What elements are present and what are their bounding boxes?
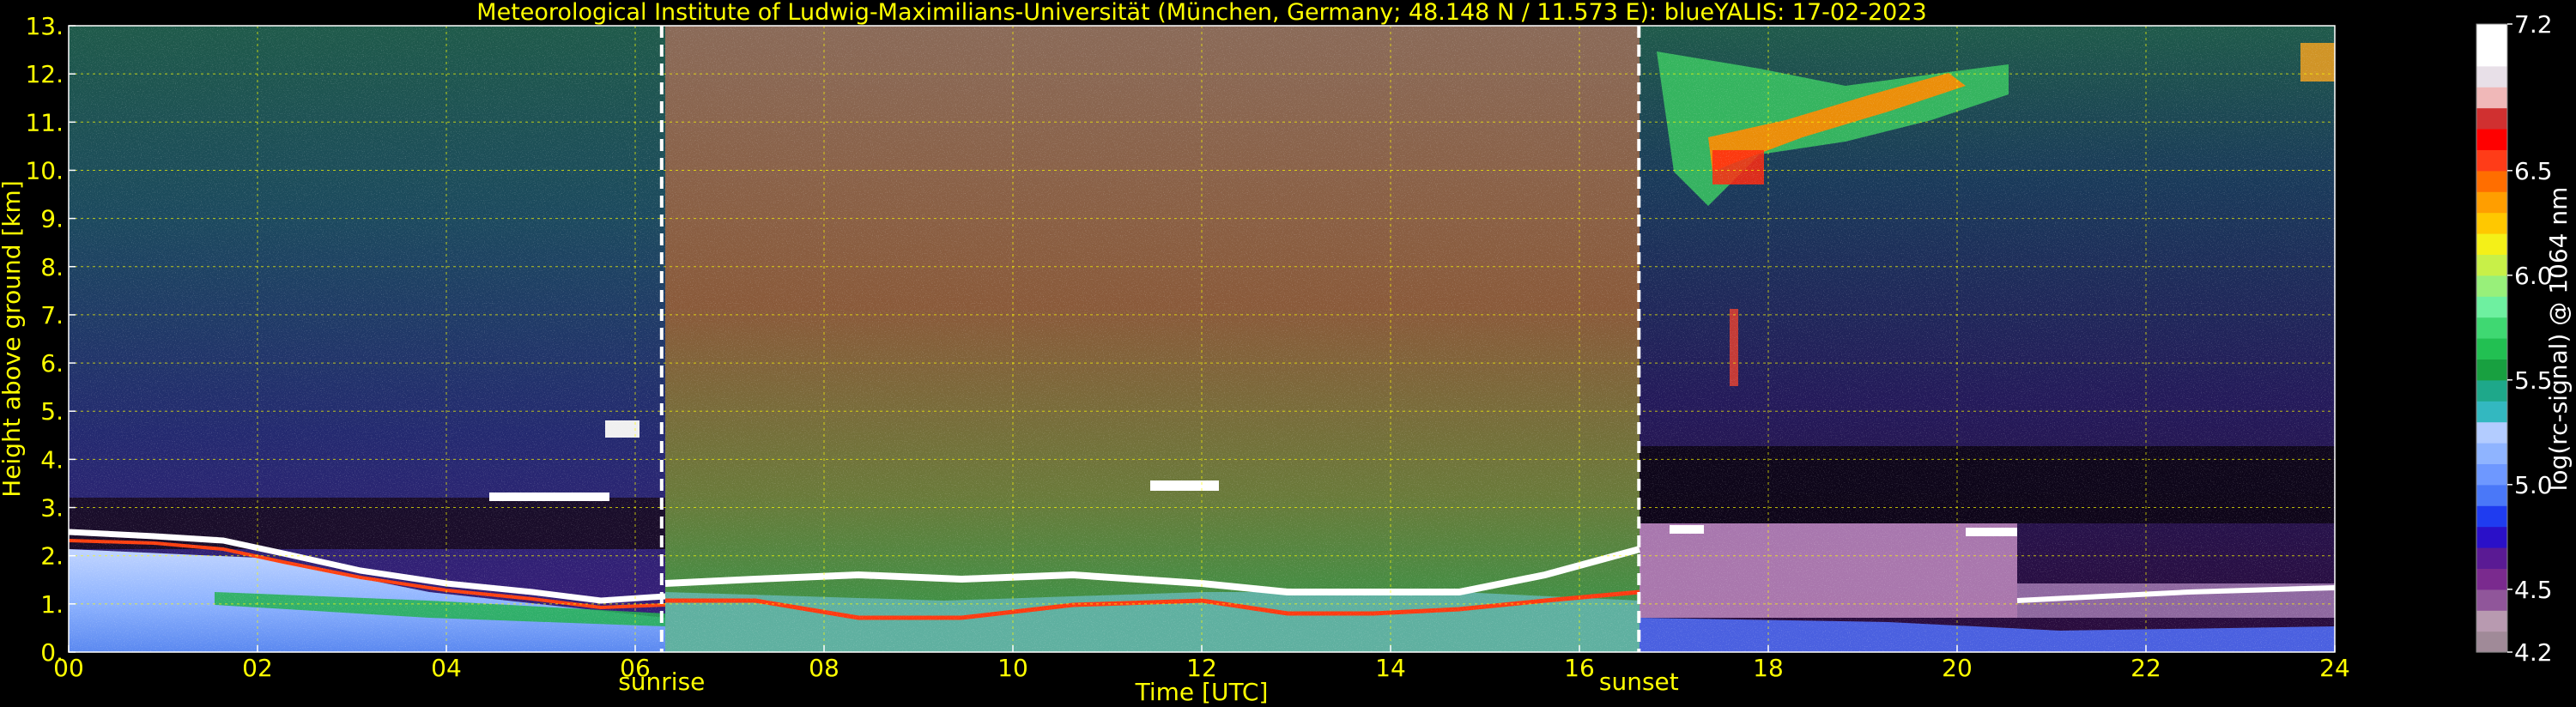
x-tick-label: 10 [997, 654, 1028, 682]
colorbar-segment [2476, 107, 2507, 130]
x-tick-label: 24 [2319, 654, 2350, 682]
colorbar-segment [2476, 254, 2507, 276]
x-tick-label: 14 [1375, 654, 1406, 682]
x-tick-label: 04 [431, 654, 462, 682]
y-tick-label: 10. [25, 156, 64, 184]
colorbar-segment [2476, 317, 2507, 339]
lidar-quicklook-figure: 00 02 04 06 08 10 12 14 16 18 20 22 24sunrise sunset … [0, 0, 2573, 706]
colorbar-segment [2476, 526, 2507, 548]
y-tick-label: 11. [25, 108, 64, 136]
colorbar-segment [2476, 338, 2507, 360]
colorbar-tick-label: 4.5 [2514, 576, 2553, 604]
colorbar-segment [2476, 275, 2507, 297]
colorbar-segment [2476, 589, 2507, 611]
y-tick-label: 1. [40, 590, 64, 619]
x-tick-label: 22 [2131, 654, 2161, 682]
y-tick-label: 4. [40, 445, 64, 474]
colorbar-tick-label: 7.2 [2514, 10, 2553, 39]
colorbar-label: log(rc-signal) @ 1064 nm [2544, 187, 2573, 492]
y-axis-label: Height above ground [km] [0, 180, 26, 498]
y-tick-label: 8. [40, 253, 64, 281]
colorbar-segment [2476, 547, 2507, 569]
colorbar-segment [2476, 129, 2507, 150]
x-tick-label: 18 [1753, 654, 1784, 682]
colorbar-segment [2476, 379, 2507, 402]
y-tick-label: 3. [40, 494, 64, 523]
y-tick-label: 7. [40, 301, 64, 329]
y-tick-label: 13. [25, 12, 64, 40]
plot-area [68, 25, 2336, 653]
x-tick-label: 08 [809, 654, 839, 682]
colorbar-segment [2476, 191, 2507, 214]
colorbar-segment [2476, 65, 2507, 88]
colorbar-segment [2476, 463, 2507, 486]
colorbar-segment [2476, 233, 2507, 255]
y-tick-label: 6. [40, 349, 64, 378]
colorbar: 4.24.55.05.56.06.57.2 [2476, 10, 2553, 667]
colorbar-segment [2476, 443, 2507, 464]
colorbar-segment [2476, 149, 2507, 172]
colorbar-segment [2476, 401, 2507, 423]
colorbar-segment [2476, 610, 2507, 632]
y-tick-label: 9. [40, 205, 64, 233]
y-tick-label: 5. [40, 397, 64, 426]
colorbar-segment [2476, 212, 2507, 234]
colorbar-segment [2476, 359, 2507, 381]
colorbar-segment [2476, 631, 2507, 653]
y-tick-label: 12. [25, 60, 64, 88]
colorbar-segment [2476, 505, 2507, 528]
x-tick-label: 20 [1942, 654, 1973, 682]
colorbar-segment [2476, 568, 2507, 590]
colorbar-tick-label: 4.2 [2514, 638, 2553, 667]
y-tick-label: 2. [40, 542, 64, 571]
y-axis: 0. 1. 2. 3. 4. 5. 6. 7. 8. 9. 10. 11. 12. 13. [25, 12, 76, 667]
colorbar-segment [2476, 296, 2507, 318]
colorbar-segment [2476, 45, 2507, 67]
colorbar-tick-label: 6.5 [2514, 157, 2553, 185]
colorbar-segment [2476, 24, 2507, 45]
x-tick-label: 02 [242, 654, 273, 682]
event-label-sunrise: sunrise [618, 668, 705, 696]
x-tick-label: 16 [1564, 654, 1595, 682]
x-axis-label: Time [UTC] [1135, 678, 1269, 706]
event-label-sunset: sunset [1599, 668, 1679, 696]
colorbar-segment [2476, 170, 2507, 192]
chart-title: Meteorological Institute of Ludwig-Maxim… [476, 0, 1926, 26]
colorbar-segment [2476, 87, 2507, 109]
colorbar-segment [2476, 484, 2507, 506]
colorbar-segment [2476, 421, 2507, 444]
y-tick-label: 0. [40, 638, 64, 667]
